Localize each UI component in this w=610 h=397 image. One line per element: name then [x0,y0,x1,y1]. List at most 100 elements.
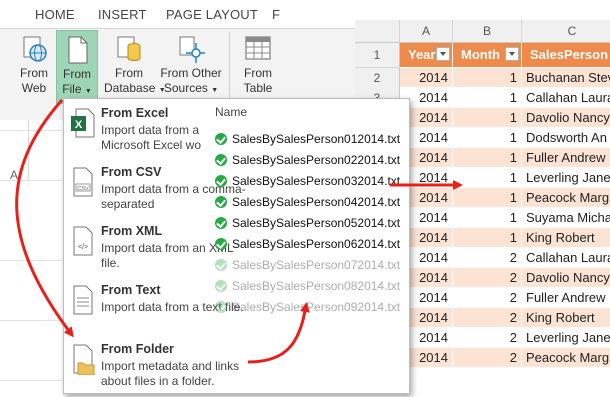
file-name: SalesBySalesPerson042014.txt [232,195,401,209]
file-icon [63,35,91,65]
file-list-item[interactable]: SalesBySalesPerson012014.txt [215,129,400,149]
table-cell[interactable]: Leverling Jane [522,328,610,348]
tab-formulas[interactable]: F [272,7,280,22]
file-list-item[interactable]: SalesBySalesPerson062014.txt [215,234,400,254]
file-name: SalesBySalesPerson062014.txt [232,237,401,251]
table-cell[interactable]: Fuller Andrew [522,288,610,308]
menu-item-from-folder[interactable]: From Folder Import metadata and links ab… [64,339,239,397]
table-cell[interactable]: 1 [453,228,522,248]
table-cell[interactable]: Suyama Micha [522,208,610,228]
row-number[interactable]: 1 [355,43,400,68]
table-cell[interactable]: 1 [453,108,522,128]
check-icon [215,301,227,313]
file-name: SalesBySalesPerson082014.txt [232,279,401,293]
file-name: SalesBySalesPerson022014.txt [232,153,401,167]
table-icon [244,34,272,64]
from-other-sources-button[interactable]: From Other Sources ▼ [158,30,224,102]
table-cell[interactable]: Dodsworth An [522,128,610,148]
file-name: SalesBySalesPerson012014.txt [232,132,401,146]
menu-item-from-xml[interactable]: </> From XML Import data from an XML fil… [64,221,233,279]
chevron-down-icon: ▼ [211,87,219,94]
table-cell[interactable]: Leverling Jane [522,168,610,188]
check-icon [215,280,227,292]
table-cell[interactable]: 2 [453,288,522,308]
xml-icon: </> [70,225,94,256]
table-cell[interactable]: 2 [453,248,522,268]
check-icon [215,196,227,208]
excel-icon: X [70,107,95,138]
file-list-item[interactable]: SalesBySalesPerson082014.txt [215,276,400,296]
file-list-item[interactable]: SalesBySalesPerson022014.txt [215,150,400,170]
ribbon-divider [229,32,230,98]
table-cell[interactable]: 2 [453,308,522,328]
table-cell[interactable]: Peacock Marg [522,188,610,208]
check-icon [215,217,227,229]
table-cell[interactable]: 2 [453,268,522,288]
table-cell[interactable]: 1 [453,88,522,108]
tab-home[interactable]: HOME [35,7,75,22]
file-list-item[interactable]: SalesBySalesPerson052014.txt [215,213,400,233]
column-header-a[interactable]: A [400,20,453,43]
table-cell[interactable]: 1 [453,68,522,88]
check-icon [215,133,227,145]
chevron-down-icon: ▼ [84,88,92,95]
table-cell[interactable]: 2 [453,328,522,348]
table-cell[interactable]: Davolio Nancy [522,268,610,288]
tab-insert[interactable]: INSERT [98,7,147,22]
table-cell[interactable]: 2 [453,348,522,368]
file-list-item[interactable]: SalesBySalesPerson072014.txt [215,255,400,275]
column-letter-a: A [10,168,19,182]
svg-text:CSV: CSV [77,186,89,192]
file-list-item[interactable]: SalesBySalesPerson042014.txt [215,192,400,212]
table-cell[interactable]: King Robert [522,308,610,328]
file-list-item[interactable]: SalesBySalesPerson032014.txt [215,171,400,191]
table-cell[interactable]: Callahan Laura [522,248,610,268]
table-cell[interactable]: 2014 [400,68,453,88]
from-database-button[interactable]: From Database ▼ [104,30,166,102]
file-name: SalesBySalesPerson092014.txt [232,300,401,314]
check-icon [215,175,227,187]
row-number[interactable]: 2 [355,68,400,89]
select-all-corner[interactable] [355,20,400,43]
globe-icon [20,34,48,64]
from-web-button[interactable]: From Web [10,30,58,102]
menu-item-from-excel[interactable]: X From Excel Import data from a Microsof… [64,103,214,161]
column-header-b[interactable]: B [453,20,522,43]
file-name: SalesBySalesPerson072014.txt [232,258,401,272]
check-icon [215,154,227,166]
database-icon [115,34,143,64]
from-file-button[interactable]: From File ▼ [56,30,98,104]
check-icon [215,238,227,250]
file-name: SalesBySalesPerson052014.txt [232,216,401,230]
table-cell[interactable]: 1 [453,128,522,148]
table-cell[interactable]: 1 [453,188,522,208]
from-file-menu: X From Excel Import data from a Microsof… [63,98,410,394]
folder-icon [70,343,95,376]
filter-dropdown-icon[interactable] [436,47,450,61]
table-cell[interactable]: Peacock Marg [522,348,610,368]
svg-text:</>: </> [78,244,88,251]
worksheet-left: A [0,120,62,396]
column-header-c[interactable]: C [522,20,610,43]
file-list-item[interactable]: SalesBySalesPerson092014.txt [215,297,400,317]
svg-text:X: X [75,119,83,131]
table-cell[interactable]: 1 [453,168,522,188]
table-cell[interactable]: Fuller Andrew [522,148,610,168]
table-cell[interactable]: 1 [453,148,522,168]
table-cell[interactable]: Buchanan Stev [522,68,610,88]
tab-page-layout[interactable]: PAGE LAYOUT [166,7,258,22]
table-cell[interactable]: King Robert [522,228,610,248]
menu-item-from-text[interactable]: From Text Import data from a text file. [64,280,244,338]
table-cell[interactable]: Callahan Laura [522,88,610,108]
table-cell[interactable]: Davolio Nancy [522,108,610,128]
from-table-button[interactable]: From Table [236,30,280,102]
menu-item-from-csv[interactable]: CSV From CSV Import data from a comma-se… [64,162,246,220]
ribbon-tabs: HOME INSERT PAGE LAYOUT F [0,0,370,29]
network-icon [177,34,205,64]
header-salesperson[interactable]: SalesPerson [522,43,610,67]
file-list-header: Name [215,105,248,119]
file-name: SalesBySalesPerson032014.txt [232,174,401,188]
table-cell[interactable]: 1 [453,208,522,228]
filter-dropdown-icon[interactable] [505,47,519,61]
check-icon [215,259,227,271]
